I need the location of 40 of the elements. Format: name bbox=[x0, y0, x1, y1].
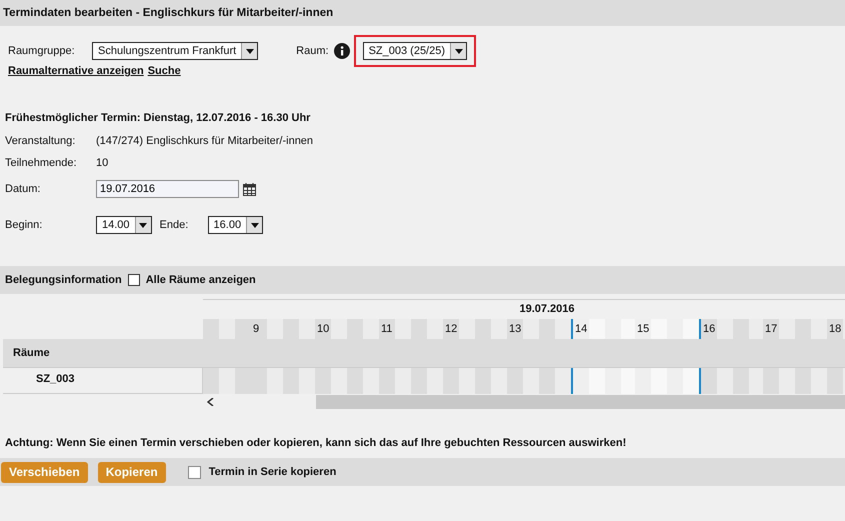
hour-column: 9 bbox=[251, 319, 315, 339]
hour-column: 13 bbox=[507, 319, 571, 339]
end-select[interactable]: 16.00 bbox=[208, 216, 264, 234]
calendar-icon[interactable] bbox=[243, 182, 256, 196]
section-title: Belegungsinformation bbox=[5, 274, 122, 286]
checkbox[interactable] bbox=[128, 274, 140, 286]
hour-column: 11 bbox=[379, 319, 443, 339]
hour-column: 18 bbox=[827, 319, 845, 339]
hour-column: 17 bbox=[763, 319, 827, 339]
room-group-select[interactable]: Schulungszentrum Frankfurt bbox=[92, 42, 258, 60]
hour-column: 12 bbox=[443, 319, 507, 339]
date-field[interactable]: 19.07.2016 bbox=[96, 180, 239, 198]
hour-column: 15 bbox=[635, 319, 699, 339]
column-header: Räume bbox=[3, 339, 203, 368]
field-label: Teilnehmende: bbox=[5, 157, 78, 169]
field-label: Raum: bbox=[296, 45, 329, 57]
room-name: SZ_003 bbox=[3, 368, 203, 394]
hour-column: 16 bbox=[699, 319, 763, 339]
info-icon[interactable] bbox=[334, 43, 350, 59]
warning-text: Achtung: Wenn Sie einen Termin verschieben oder kopieren, kann sich das auf Ihre gebuchten Ressourcen auswirken! bbox=[4, 436, 628, 451]
window-title: Termindaten bearbeiten - Englischkurs für Mitarbeiter/-innen bbox=[0, 0, 845, 26]
checkbox-label: Termin in Serie kopieren bbox=[208, 466, 336, 478]
begin-select[interactable]: 14.00 bbox=[96, 216, 152, 234]
field-label: Raumgruppe: bbox=[8, 45, 76, 57]
field-value: (147/274) Englischkurs für Mitarbeiter/-innen bbox=[96, 135, 314, 147]
hour-column: 14 bbox=[571, 319, 635, 339]
field-label: Veranstaltung: bbox=[5, 135, 76, 147]
earliest-date-text: Frühestmöglicher Termin: Dienstag, 12.07.2016 - 16.30 Uhr bbox=[4, 111, 312, 124]
field-label: Ende: bbox=[160, 219, 190, 231]
field-label: Beginn: bbox=[5, 219, 44, 231]
scrollbar-thumb[interactable] bbox=[316, 395, 845, 409]
checkbox-label: Alle Räume anzeigen bbox=[146, 274, 256, 286]
hour-column: 10 bbox=[315, 319, 379, 339]
slot-column bbox=[203, 368, 251, 394]
link[interactable]: Suche bbox=[148, 65, 181, 77]
link[interactable]: Raumalternative anzeigen bbox=[8, 65, 144, 77]
checkbox[interactable] bbox=[188, 466, 201, 478]
room-select[interactable]: SZ_003 (25/25) bbox=[362, 42, 468, 60]
field-label: Datum: bbox=[5, 183, 42, 195]
field-value: 10 bbox=[96, 157, 108, 169]
